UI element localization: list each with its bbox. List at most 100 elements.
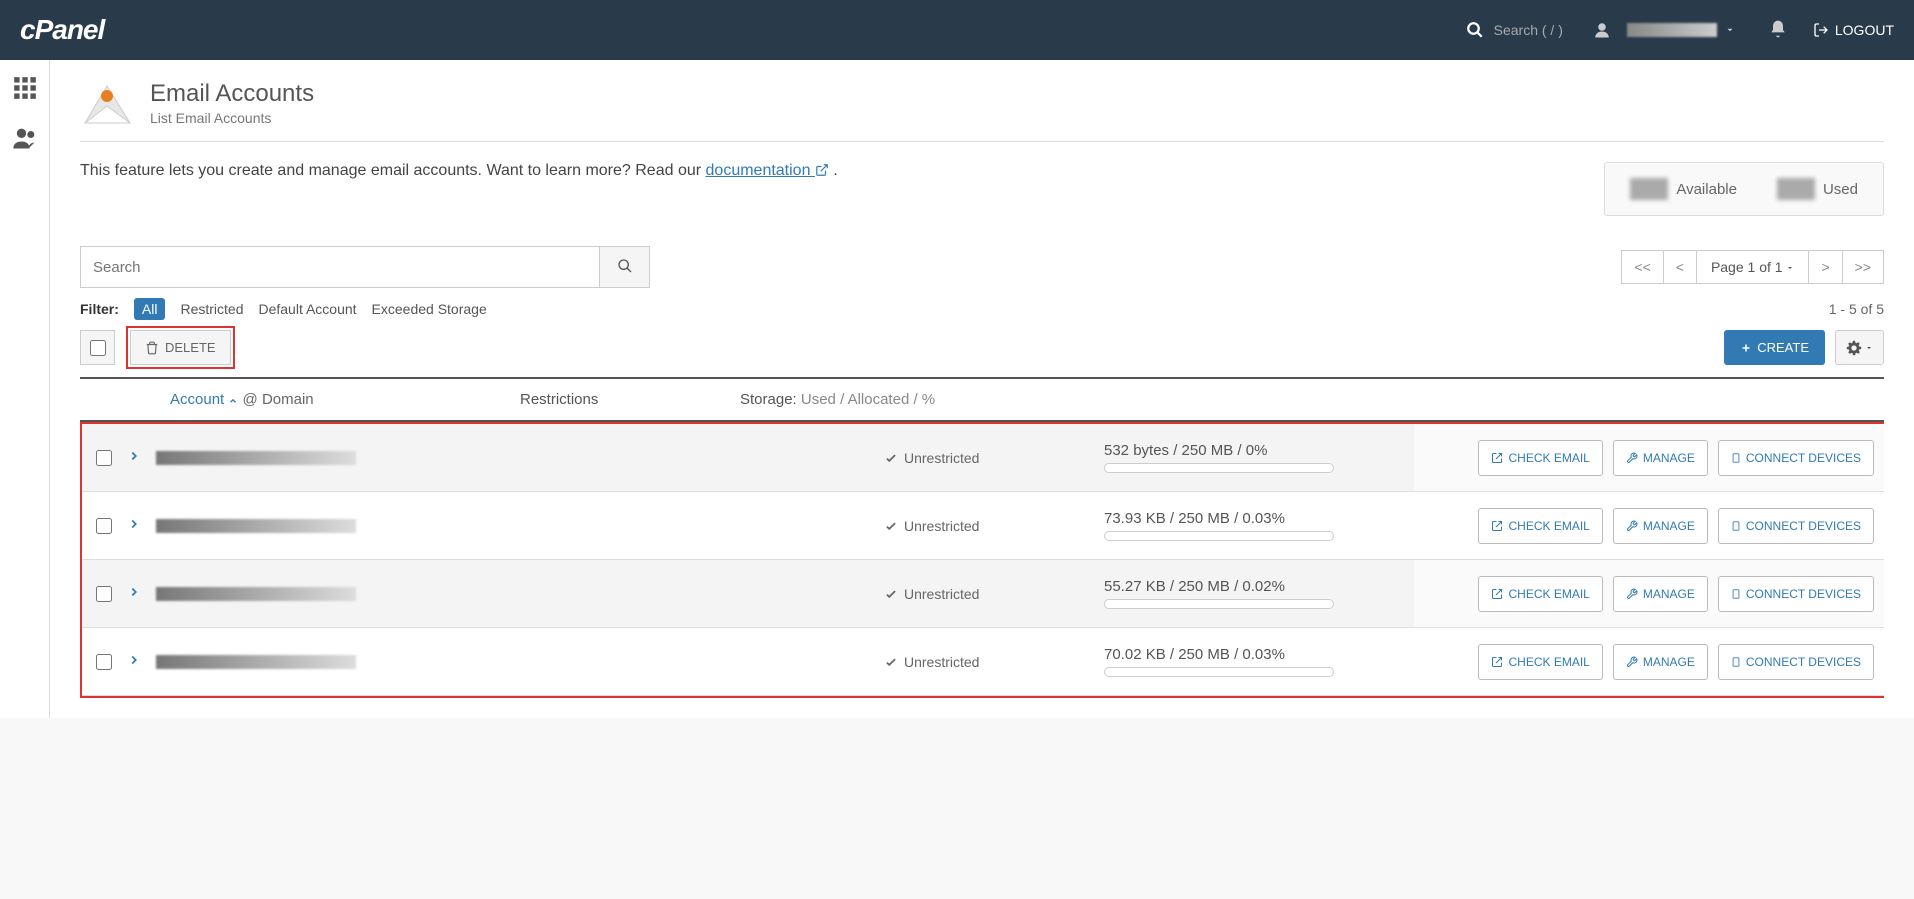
cpanel-logo[interactable]: cPanel — [20, 14, 104, 46]
check-email-button[interactable]: CHECK EMAIL — [1478, 644, 1602, 680]
external-icon — [1491, 588, 1503, 600]
check-email-button[interactable]: CHECK EMAIL — [1478, 440, 1602, 476]
table-row: Unrestricted 55.27 KB / 250 MB / 0.02% C… — [82, 560, 1884, 628]
restriction-cell: Unrestricted — [884, 586, 1104, 602]
row-checkbox[interactable] — [96, 518, 112, 534]
expand-button[interactable] — [127, 653, 141, 670]
storage-text: 55.27 KB / 250 MB / 0.02% — [1104, 578, 1414, 595]
sidebar-apps-button[interactable] — [12, 75, 38, 104]
connect-devices-button[interactable]: CONNECT DEVICES — [1718, 440, 1874, 476]
sidebar-users-button[interactable] — [11, 124, 39, 155]
email-accounts-icon — [80, 81, 135, 126]
page-header: Email Accounts List Email Accounts — [80, 80, 1884, 142]
page-title: Email Accounts — [150, 80, 314, 108]
select-all-checkbox[interactable] — [90, 340, 106, 356]
device-icon — [1731, 655, 1741, 669]
filter-exceeded-storage[interactable]: Exceeded Storage — [372, 301, 487, 317]
chevron-right-icon — [127, 517, 141, 531]
notifications-button[interactable] — [1768, 19, 1788, 42]
manage-button[interactable]: MANAGE — [1613, 644, 1708, 680]
column-account[interactable]: Account @ Domain — [170, 391, 520, 408]
check-icon — [884, 655, 898, 669]
check-icon — [884, 519, 898, 533]
account-email-redacted — [156, 587, 356, 601]
row-checkbox[interactable] — [96, 654, 112, 670]
grid-icon — [12, 75, 38, 101]
delete-button[interactable]: DELETE — [130, 330, 231, 365]
search-icon — [617, 258, 633, 274]
wrench-icon — [1626, 656, 1638, 668]
search-button[interactable] — [600, 246, 650, 288]
row-checkbox[interactable] — [96, 450, 112, 466]
expand-button[interactable] — [127, 449, 141, 466]
restriction-label: Unrestricted — [904, 654, 979, 670]
filter-restricted[interactable]: Restricted — [180, 301, 243, 317]
device-icon — [1731, 587, 1741, 601]
bell-icon — [1768, 19, 1788, 39]
restriction-label: Unrestricted — [904, 586, 979, 602]
manage-button[interactable]: MANAGE — [1613, 440, 1708, 476]
external-icon — [1491, 656, 1503, 668]
expand-button[interactable] — [127, 517, 141, 534]
page-last-button[interactable]: >> — [1842, 250, 1884, 284]
caret-down-icon — [1865, 344, 1873, 352]
search-input[interactable] — [80, 246, 600, 288]
wrench-icon — [1626, 520, 1638, 532]
restriction-label: Unrestricted — [904, 518, 979, 534]
storage-cell: 73.93 KB / 250 MB / 0.03% — [1104, 510, 1414, 541]
logout-icon — [1813, 22, 1829, 38]
sort-asc-icon — [228, 396, 238, 406]
chevron-right-icon — [127, 449, 141, 463]
settings-button[interactable] — [1835, 330, 1884, 365]
top-navbar: cPanel Search ( / ) LOGOUT — [0, 0, 1914, 60]
page-first-button[interactable]: << — [1621, 250, 1663, 284]
gear-icon — [1846, 340, 1862, 356]
filter-label: Filter: — [80, 301, 119, 317]
filter-default-account[interactable]: Default Account — [258, 301, 356, 317]
logout-label: LOGOUT — [1835, 22, 1894, 38]
table-row: Unrestricted 532 bytes / 250 MB / 0% CHE… — [82, 424, 1884, 492]
pagination: << < Page 1 of 1 > >> — [1622, 250, 1884, 284]
page-prev-button[interactable]: < — [1663, 250, 1697, 284]
delete-label: DELETE — [165, 340, 216, 355]
check-icon — [884, 587, 898, 601]
account-email-redacted — [156, 519, 356, 533]
stats-box: Available Used — [1604, 162, 1884, 216]
page-info[interactable]: Page 1 of 1 — [1696, 250, 1810, 284]
storage-text: 70.02 KB / 250 MB / 0.03% — [1104, 646, 1414, 663]
filter-all[interactable]: All — [134, 298, 166, 320]
result-count: 1 - 5 of 5 — [1829, 301, 1884, 317]
storage-text: 73.93 KB / 250 MB / 0.03% — [1104, 510, 1414, 527]
intro-text: This feature lets you create and manage … — [80, 162, 838, 180]
caret-down-icon — [1786, 264, 1794, 272]
manage-button[interactable]: MANAGE — [1613, 576, 1708, 612]
chevron-right-icon — [127, 585, 141, 599]
column-storage: Storage: Used / Allocated / % — [740, 391, 1414, 408]
account-email-redacted — [156, 451, 356, 465]
expand-button[interactable] — [127, 585, 141, 602]
storage-cell: 70.02 KB / 250 MB / 0.03% — [1104, 646, 1414, 677]
select-all-wrapper[interactable] — [80, 330, 115, 365]
table-row: Unrestricted 73.93 KB / 250 MB / 0.03% C… — [82, 492, 1884, 560]
used-label: Used — [1823, 181, 1858, 198]
device-icon — [1731, 519, 1741, 533]
check-email-button[interactable]: CHECK EMAIL — [1478, 508, 1602, 544]
connect-devices-button[interactable]: CONNECT DEVICES — [1718, 644, 1874, 680]
user-menu[interactable] — [1593, 21, 1743, 39]
page-next-button[interactable]: > — [1808, 250, 1842, 284]
table-row: Unrestricted 70.02 KB / 250 MB / 0.03% C… — [82, 628, 1884, 696]
create-button[interactable]: CREATE — [1724, 330, 1825, 365]
global-search[interactable]: Search ( / ) — [1466, 21, 1563, 39]
row-checkbox[interactable] — [96, 586, 112, 602]
used-count-redacted — [1777, 178, 1815, 200]
restriction-cell: Unrestricted — [884, 450, 1104, 466]
logout-button[interactable]: LOGOUT — [1813, 22, 1894, 38]
column-restrictions[interactable]: Restrictions — [520, 391, 740, 408]
chevron-right-icon — [127, 653, 141, 667]
connect-devices-button[interactable]: CONNECT DEVICES — [1718, 508, 1874, 544]
manage-button[interactable]: MANAGE — [1613, 508, 1708, 544]
documentation-link[interactable]: documentation — [706, 162, 829, 179]
connect-devices-button[interactable]: CONNECT DEVICES — [1718, 576, 1874, 612]
username-redacted — [1627, 23, 1717, 37]
check-email-button[interactable]: CHECK EMAIL — [1478, 576, 1602, 612]
